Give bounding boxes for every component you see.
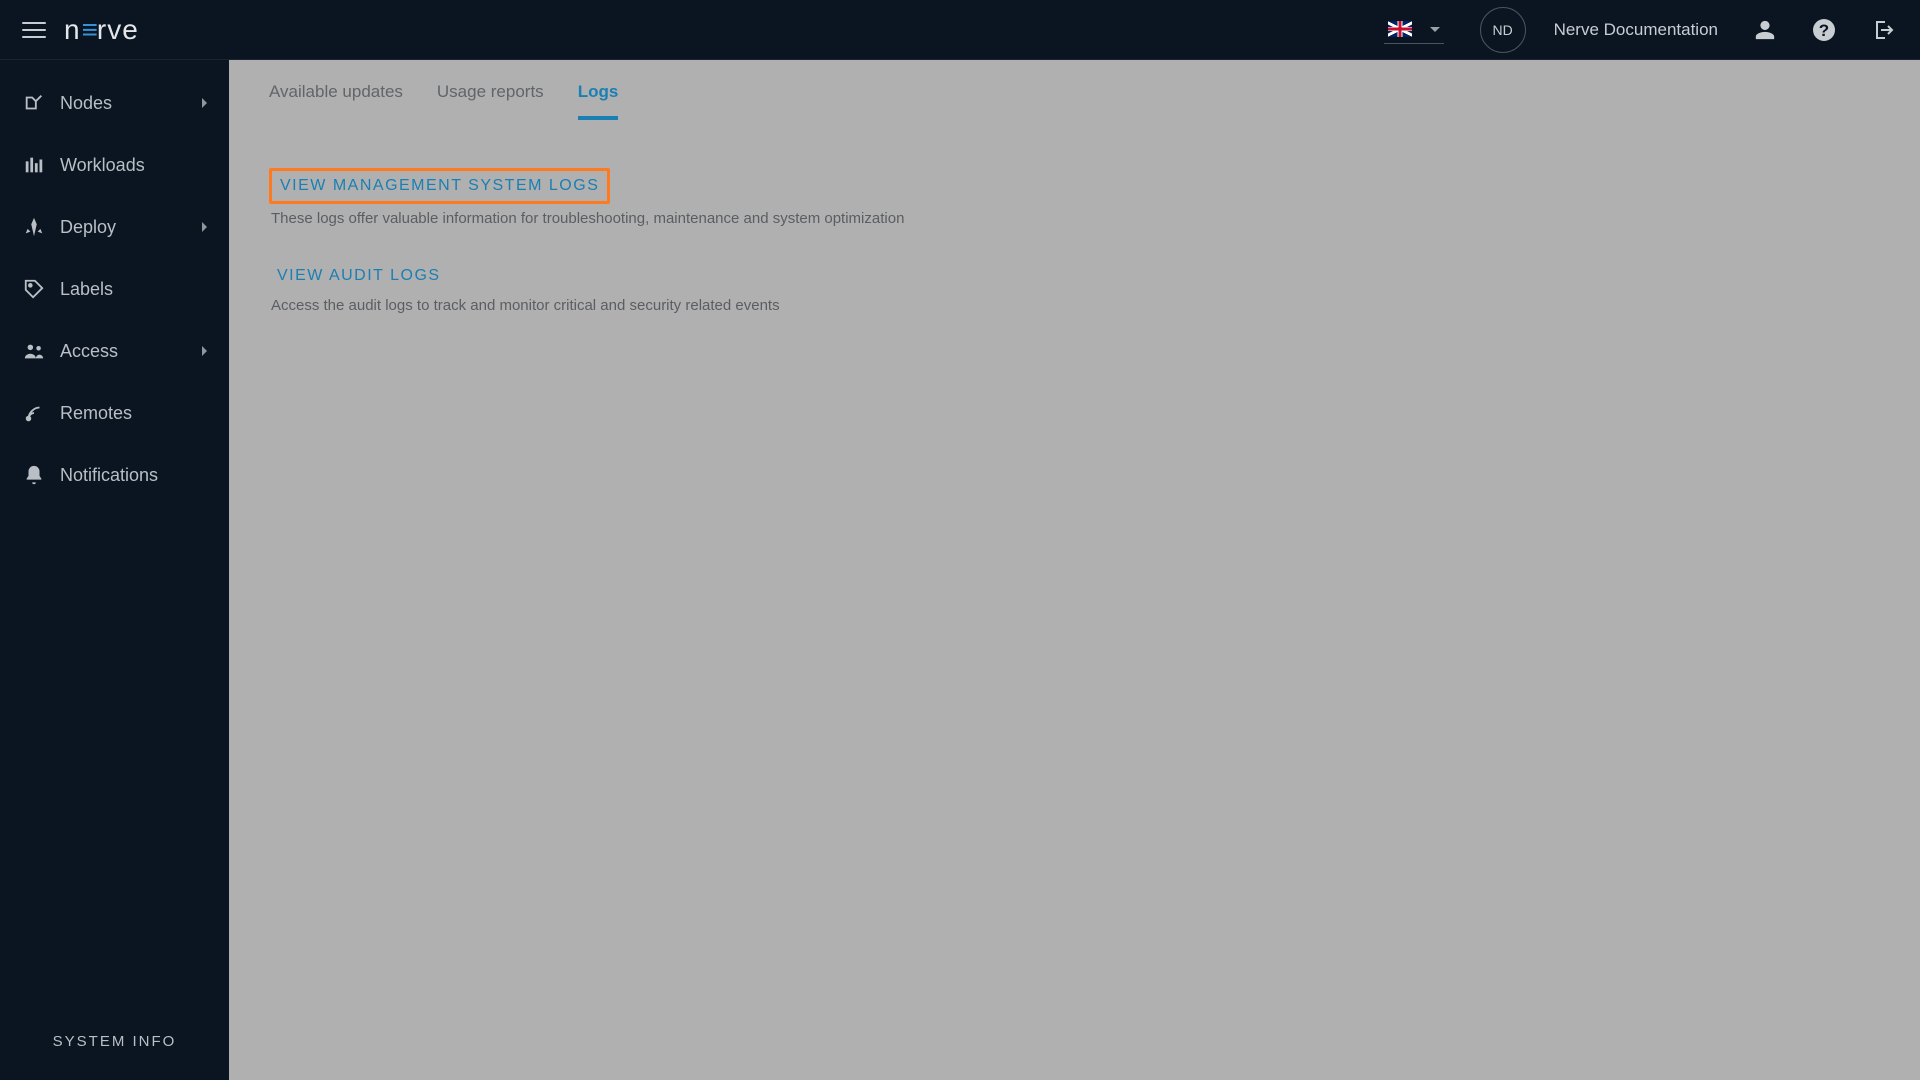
tab-available-updates[interactable]: Available updates	[269, 82, 403, 120]
sidebar: Nodes Workloads Deploy Labels	[0, 60, 229, 1080]
user-icon[interactable]	[1754, 19, 1776, 41]
sidebar-item-labels[interactable]: Labels	[0, 258, 229, 320]
access-icon	[22, 340, 46, 362]
top-bar: n≡rve ND Nerve Documentation ?	[0, 0, 1920, 60]
tab-logs[interactable]: Logs	[578, 82, 619, 120]
help-icon[interactable]: ?	[1812, 18, 1836, 42]
brand-logo[interactable]: n≡rve	[64, 14, 139, 46]
sidebar-item-label: Notifications	[60, 465, 158, 486]
sidebar-item-label: Labels	[60, 279, 113, 300]
avatar-initials: ND	[1492, 22, 1512, 38]
audit-logs-description: Access the audit logs to track and monit…	[271, 297, 1880, 314]
documentation-link[interactable]: Nerve Documentation	[1554, 20, 1718, 40]
labels-icon	[22, 278, 46, 300]
system-info-link[interactable]: SYSTEM INFO	[0, 1003, 229, 1080]
sidebar-item-remotes[interactable]: Remotes	[0, 382, 229, 444]
audit-logs-block: VIEW AUDIT LOGS Access the audit logs to…	[269, 261, 1880, 314]
sidebar-item-notifications[interactable]: Notifications	[0, 444, 229, 506]
remotes-icon	[22, 402, 46, 424]
nodes-icon	[22, 92, 46, 114]
tab-bar: Available updates Usage reports Logs	[229, 60, 1920, 120]
user-avatar[interactable]: ND	[1480, 7, 1526, 53]
svg-text:?: ?	[1819, 21, 1829, 40]
mgmt-logs-block: VIEW MANAGEMENT SYSTEM LOGS These logs o…	[269, 168, 1880, 227]
sidebar-item-label: Access	[60, 341, 118, 362]
sidebar-item-label: Nodes	[60, 93, 112, 114]
chevron-down-icon	[1430, 27, 1440, 32]
sidebar-item-access[interactable]: Access	[0, 320, 229, 382]
view-audit-logs-link[interactable]: VIEW AUDIT LOGS	[269, 261, 449, 291]
sidebar-item-nodes[interactable]: Nodes	[0, 72, 229, 134]
sidebar-item-label: Workloads	[60, 155, 145, 176]
deploy-icon	[22, 216, 46, 238]
bell-icon	[22, 464, 46, 486]
sidebar-item-deploy[interactable]: Deploy	[0, 196, 229, 258]
sidebar-item-label: Remotes	[60, 403, 132, 424]
language-selector[interactable]	[1384, 15, 1444, 44]
view-mgmt-logs-link[interactable]: VIEW MANAGEMENT SYSTEM LOGS	[269, 168, 610, 204]
logout-icon[interactable]	[1872, 18, 1896, 42]
main-content: Available updates Usage reports Logs VIE…	[229, 60, 1920, 1080]
mgmt-logs-description: These logs offer valuable information fo…	[271, 210, 1880, 227]
sidebar-item-workloads[interactable]: Workloads	[0, 134, 229, 196]
chevron-right-icon	[202, 222, 207, 232]
flag-uk-icon	[1388, 21, 1412, 37]
workloads-icon	[22, 154, 46, 176]
sidebar-item-label: Deploy	[60, 217, 116, 238]
chevron-right-icon	[202, 98, 207, 108]
menu-toggle-icon[interactable]	[22, 18, 46, 42]
tab-usage-reports[interactable]: Usage reports	[437, 82, 544, 120]
chevron-right-icon	[202, 346, 207, 356]
